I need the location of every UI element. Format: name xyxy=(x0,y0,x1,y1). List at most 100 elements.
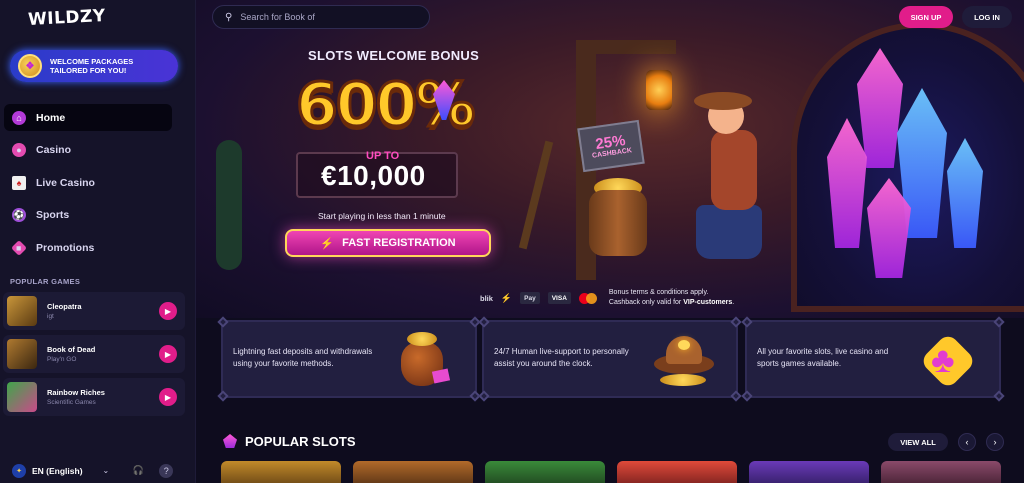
hero-banner: 25% CASHBACK SLOTS WELCOME BONUS 600% UP… xyxy=(196,0,1024,318)
payment-methods: blik ⚡ Pay VISA Bonus terms & conditions… xyxy=(480,288,734,308)
fast-registration-button[interactable]: ⚡ FAST REGISTRATION xyxy=(285,229,491,257)
hero-subtitle: Start playing in less than 1 minute xyxy=(318,211,446,221)
sidebar-item-promotions[interactable]: ◆ Promotions xyxy=(4,234,172,261)
chevron-down-icon[interactable]: ⌄ xyxy=(103,466,110,475)
crystal-icon xyxy=(827,118,867,248)
sidebar-footer: ✦ EN (English) ⌄ 🎧 ? xyxy=(0,458,196,483)
feature-text: All your favorite slots, live casino and… xyxy=(757,347,889,368)
soccer-ball-icon: ⚽ xyxy=(12,208,26,222)
sidebar-item-label: Live Casino xyxy=(36,176,95,189)
sign-up-button[interactable]: SIGN UP xyxy=(899,6,953,28)
popular-game-book-of-dead[interactable]: Book of Dead Play'n GO ▶ xyxy=(3,335,185,373)
game-provider: Play'n GO xyxy=(47,356,77,363)
card-corner-ornament xyxy=(741,316,753,328)
card-corner-ornament xyxy=(730,316,742,328)
apple-pay-logo: Pay xyxy=(520,292,540,304)
lightning-icon: ⚡ xyxy=(320,237,335,250)
play-icon: ▶ xyxy=(164,392,172,402)
slot-card[interactable] xyxy=(221,461,341,483)
game-name: Rainbow Riches xyxy=(47,388,105,397)
prev-arrow-button[interactable]: ‹ xyxy=(958,433,976,451)
card-corner-ornament xyxy=(741,390,753,402)
game-provider: igt xyxy=(47,313,54,320)
welcome-packages-banner[interactable]: ❖ WELCOME PACKAGES TAILORED FOR YOU! xyxy=(10,50,178,82)
home-icon: ⌂ xyxy=(12,110,26,125)
help-icon[interactable]: ? xyxy=(159,463,174,478)
slot-card[interactable] xyxy=(881,461,1001,483)
log-in-button[interactable]: LOG IN xyxy=(962,6,1012,28)
sidebar-item-live-casino[interactable]: ♠ Live Casino xyxy=(4,169,172,196)
crystal-icon xyxy=(857,48,903,168)
play-button[interactable]: ▶ xyxy=(159,388,177,406)
terms-line-1: Bonus terms & conditions apply. xyxy=(608,289,709,296)
gem-icon xyxy=(223,434,237,448)
lantern-icon xyxy=(646,70,672,110)
cta-label: FAST REGISTRATION xyxy=(342,237,456,249)
terms-line-2: Cashback only valid for VIP-customers. xyxy=(609,298,734,308)
club-suit-icon: ♣ xyxy=(917,332,979,390)
welcome-banner-text: WELCOME PACKAGES TAILORED FOR YOU! xyxy=(50,57,134,75)
game-thumbnail xyxy=(7,339,37,369)
slot-card[interactable] xyxy=(485,461,605,483)
search-icon: ⚲ xyxy=(225,11,233,23)
sidebar-item-label: Promotions xyxy=(36,241,95,254)
sidebar-item-label: Casino xyxy=(36,144,72,156)
cashback-sign: 25% CASHBACK xyxy=(577,119,645,173)
mine-beam-top xyxy=(576,40,676,54)
chevron-left-icon: ‹ xyxy=(965,437,969,447)
game-name: Cleopatra xyxy=(47,302,82,311)
card-corner-ornament xyxy=(730,390,742,402)
slot-card[interactable] xyxy=(353,461,473,483)
terms-suffix: . xyxy=(732,299,735,306)
visa-logo: VISA xyxy=(547,292,571,304)
card-corner-ornament xyxy=(478,390,490,402)
card-corner-ornament xyxy=(993,390,1005,402)
miner-body xyxy=(711,130,757,210)
terms-prefix: Cashback only valid for xyxy=(608,299,684,306)
popular-games-list: Cleopatra igt ▶ Book of Dead Play'n GO ▶… xyxy=(3,292,185,421)
money-bag-icon xyxy=(393,332,455,390)
shovel-decoration xyxy=(518,140,554,250)
slot-card[interactable] xyxy=(617,461,737,483)
feature-text: Lightning fast deposits and withdrawals … xyxy=(233,347,373,368)
barrel-decoration xyxy=(589,190,647,256)
popular-games-title: POPULAR GAMES xyxy=(10,277,81,286)
play-button[interactable]: ▶ xyxy=(159,345,177,363)
sidebar-item-label: Sports xyxy=(36,209,70,221)
search-bar[interactable]: ⚲ xyxy=(212,5,430,29)
sidebar: WILDZY ❖ WELCOME PACKAGES TAILORED FOR Y… xyxy=(0,0,196,483)
headset-icon[interactable]: 🎧 xyxy=(131,464,145,478)
crystal-icon xyxy=(947,138,983,248)
game-provider: Scientific Games xyxy=(47,399,96,406)
language-selector[interactable]: EN (English) xyxy=(32,466,83,476)
popular-game-cleopatra[interactable]: Cleopatra igt ▶ xyxy=(3,292,185,330)
miner-hat-icon xyxy=(654,332,716,390)
mastercard-icon xyxy=(578,292,597,304)
card-corner-ornament xyxy=(217,316,229,328)
feature-card-deposits: Lightning fast deposits and withdrawals … xyxy=(217,316,481,402)
card-corner-ornament xyxy=(993,316,1005,328)
play-button[interactable]: ▶ xyxy=(159,302,177,320)
bonus-amount: €10,000 xyxy=(321,160,426,191)
popular-slots-title: POPULAR SLOTS xyxy=(245,434,356,449)
view-all-button[interactable]: VIEW ALL xyxy=(888,433,948,451)
popular-game-rainbow-riches[interactable]: Rainbow Riches Scientific Games ▶ xyxy=(3,378,185,416)
feature-card-games: All your favorite slots, live casino and… xyxy=(741,316,1005,402)
gift-icon: ◆ xyxy=(11,239,27,256)
sidebar-item-label: Home xyxy=(36,111,66,124)
card-corner-ornament xyxy=(478,316,490,328)
play-icon: ▶ xyxy=(164,306,172,316)
miner-legs xyxy=(696,205,762,259)
sidebar-nav: ⌂ Home ● Casino ♠ Live Casino ⚽ Sports ◆… xyxy=(4,104,172,267)
next-arrow-button[interactable]: › xyxy=(986,433,1004,451)
gift-coin-icon: ❖ xyxy=(18,54,42,78)
game-thumbnail xyxy=(7,296,37,326)
slot-card[interactable] xyxy=(749,461,869,483)
sidebar-item-sports[interactable]: ⚽ Sports xyxy=(4,202,172,229)
wildzy-logo[interactable]: WILDZY xyxy=(28,6,107,30)
search-input[interactable] xyxy=(240,12,411,22)
sidebar-item-casino[interactable]: ● Casino xyxy=(4,137,172,164)
pay-badge-icon: ⚡ xyxy=(500,292,513,303)
sidebar-item-home[interactable]: ⌂ Home xyxy=(4,104,172,131)
hero-title: SLOTS WELCOME BONUS xyxy=(308,48,480,63)
